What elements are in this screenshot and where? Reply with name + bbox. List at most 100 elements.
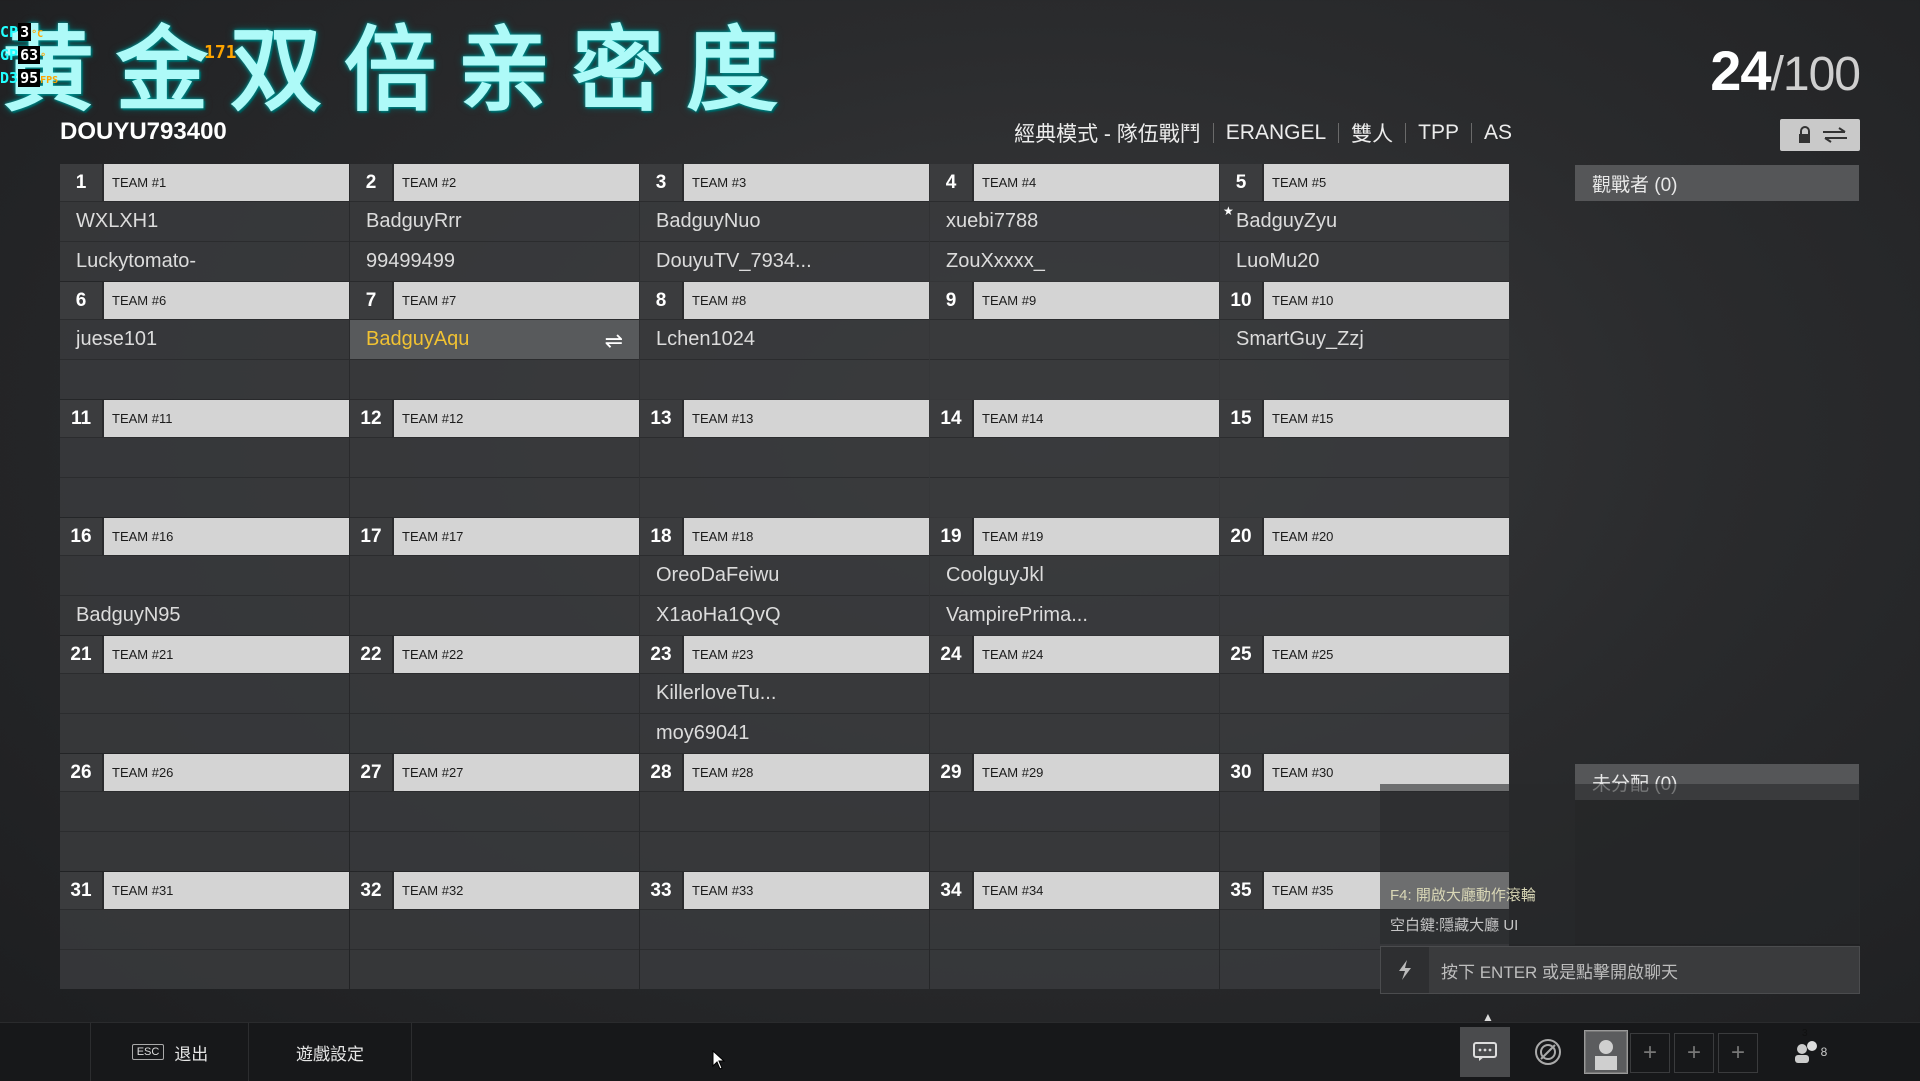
- team-card[interactable]: 6 TEAM #6 juese101: [60, 282, 349, 400]
- player-slot[interactable]: 99499499: [350, 241, 639, 281]
- team-card[interactable]: 27 TEAM #27: [350, 754, 639, 872]
- player-slot[interactable]: DouyuTV_7934...: [640, 241, 929, 281]
- team-header[interactable]: 19 TEAM #19: [930, 518, 1219, 555]
- team-header[interactable]: 7 TEAM #7: [350, 282, 639, 319]
- player-slot[interactable]: BadguyAqu ⇌: [350, 319, 639, 359]
- player-slot[interactable]: [640, 437, 929, 477]
- team-header[interactable]: 2 TEAM #2: [350, 164, 639, 201]
- team-header[interactable]: 24 TEAM #24: [930, 636, 1219, 673]
- player-slot[interactable]: [60, 713, 349, 753]
- player-slot[interactable]: [1220, 437, 1509, 477]
- player-slot[interactable]: [350, 595, 639, 635]
- player-slot[interactable]: [640, 909, 929, 949]
- add-party-member-button[interactable]: +: [1630, 1033, 1670, 1073]
- player-slot[interactable]: Lchen1024: [640, 319, 929, 359]
- player-slot[interactable]: juese101: [60, 319, 349, 359]
- team-card[interactable]: 14 TEAM #14: [930, 400, 1219, 518]
- team-header[interactable]: 26 TEAM #26: [60, 754, 349, 791]
- player-slot[interactable]: Luckytomato-: [60, 241, 349, 281]
- player-slot[interactable]: ZouXxxxx_: [930, 241, 1219, 281]
- team-header[interactable]: 23 TEAM #23: [640, 636, 929, 673]
- player-slot[interactable]: BadguyZyu ★: [1220, 201, 1509, 241]
- player-slot[interactable]: WXLXH1: [60, 201, 349, 241]
- spectators-panel[interactable]: 觀戰者 (0): [1575, 165, 1859, 201]
- exit-button[interactable]: ESC 退出: [90, 1023, 249, 1081]
- player-slot[interactable]: [60, 555, 349, 595]
- team-header[interactable]: 13 TEAM #13: [640, 400, 929, 437]
- team-card[interactable]: 22 TEAM #22: [350, 636, 639, 754]
- player-slot[interactable]: [60, 437, 349, 477]
- game-settings-button[interactable]: 遊戲設定: [248, 1023, 412, 1081]
- team-card[interactable]: 26 TEAM #26: [60, 754, 349, 872]
- player-slot[interactable]: LuoMu20: [1220, 241, 1509, 281]
- player-slot[interactable]: [930, 477, 1219, 517]
- team-card[interactable]: 24 TEAM #24: [930, 636, 1219, 754]
- team-header[interactable]: 29 TEAM #29: [930, 754, 1219, 791]
- team-card[interactable]: 21 TEAM #21: [60, 636, 349, 754]
- player-slot[interactable]: [60, 949, 349, 989]
- player-slot[interactable]: [350, 949, 639, 989]
- team-header[interactable]: 25 TEAM #25: [1220, 636, 1509, 673]
- chat-input[interactable]: 按下 ENTER 或是點擊開啟聊天: [1380, 946, 1860, 994]
- team-header[interactable]: 10 TEAM #10: [1220, 282, 1509, 319]
- team-card[interactable]: 20 TEAM #20: [1220, 518, 1509, 636]
- player-slot[interactable]: CoolguyJkl: [930, 555, 1219, 595]
- team-card[interactable]: 10 TEAM #10 SmartGuy_Zzj: [1220, 282, 1509, 400]
- player-slot[interactable]: [1220, 359, 1509, 399]
- player-slot[interactable]: [930, 831, 1219, 871]
- team-card[interactable]: 7 TEAM #7 BadguyAqu ⇌: [350, 282, 639, 400]
- player-slot[interactable]: [640, 831, 929, 871]
- team-header[interactable]: 9 TEAM #9: [930, 282, 1219, 319]
- player-slot[interactable]: [350, 359, 639, 399]
- team-header[interactable]: 8 TEAM #8: [640, 282, 929, 319]
- team-card[interactable]: 31 TEAM #31: [60, 872, 349, 990]
- swap-teams-button[interactable]: [1810, 119, 1860, 151]
- bolt-icon[interactable]: [1381, 947, 1429, 993]
- team-header[interactable]: 33 TEAM #33: [640, 872, 929, 909]
- team-header[interactable]: 3 TEAM #3: [640, 164, 929, 201]
- player-slot[interactable]: BadguyRrr: [350, 201, 639, 241]
- player-slot[interactable]: [930, 319, 1219, 359]
- player-slot[interactable]: [930, 949, 1219, 989]
- team-header[interactable]: 12 TEAM #12: [350, 400, 639, 437]
- team-header[interactable]: 32 TEAM #32: [350, 872, 639, 909]
- team-card[interactable]: 19 TEAM #19 CoolguyJkl VampirePrima...: [930, 518, 1219, 636]
- swap-icon[interactable]: ⇌: [605, 328, 623, 354]
- player-slot[interactable]: [930, 713, 1219, 753]
- team-card[interactable]: 4 TEAM #4 xuebi7788 ZouXxxxx_: [930, 164, 1219, 282]
- team-header[interactable]: 20 TEAM #20: [1220, 518, 1509, 555]
- player-slot[interactable]: [350, 437, 639, 477]
- team-header[interactable]: 18 TEAM #18: [640, 518, 929, 555]
- team-header[interactable]: 4 TEAM #4: [930, 164, 1219, 201]
- team-header[interactable]: 11 TEAM #11: [60, 400, 349, 437]
- player-slot[interactable]: [640, 949, 929, 989]
- team-header[interactable]: 22 TEAM #22: [350, 636, 639, 673]
- team-header[interactable]: 34 TEAM #34: [930, 872, 1219, 909]
- player-slot[interactable]: [350, 831, 639, 871]
- player-slot[interactable]: KillerloveTu...: [640, 673, 929, 713]
- player-slot[interactable]: [350, 673, 639, 713]
- team-header[interactable]: 16 TEAM #16: [60, 518, 349, 555]
- player-slot[interactable]: [60, 673, 349, 713]
- add-party-member-button[interactable]: +: [1674, 1033, 1714, 1073]
- player-slot[interactable]: [930, 359, 1219, 399]
- team-card[interactable]: 8 TEAM #8 Lchen1024: [640, 282, 929, 400]
- team-header[interactable]: 5 TEAM #5: [1220, 164, 1509, 201]
- player-slot[interactable]: [60, 909, 349, 949]
- player-slot[interactable]: [350, 791, 639, 831]
- player-slot[interactable]: [1220, 477, 1509, 517]
- player-slot[interactable]: [60, 359, 349, 399]
- chevron-up-icon[interactable]: ▲: [1482, 1010, 1494, 1024]
- player-slot[interactable]: [350, 909, 639, 949]
- team-card[interactable]: 13 TEAM #13: [640, 400, 929, 518]
- team-card[interactable]: 1 TEAM #1 WXLXH1 Luckytomato-: [60, 164, 349, 282]
- player-slot[interactable]: [350, 555, 639, 595]
- player-slot[interactable]: BadguyNuo: [640, 201, 929, 241]
- team-card[interactable]: 25 TEAM #25: [1220, 636, 1509, 754]
- team-header[interactable]: 28 TEAM #28: [640, 754, 929, 791]
- player-slot[interactable]: [640, 477, 929, 517]
- team-card[interactable]: 33 TEAM #33: [640, 872, 929, 990]
- team-card[interactable]: 15 TEAM #15: [1220, 400, 1509, 518]
- player-slot[interactable]: OreoDaFeiwu: [640, 555, 929, 595]
- player-slot[interactable]: [930, 791, 1219, 831]
